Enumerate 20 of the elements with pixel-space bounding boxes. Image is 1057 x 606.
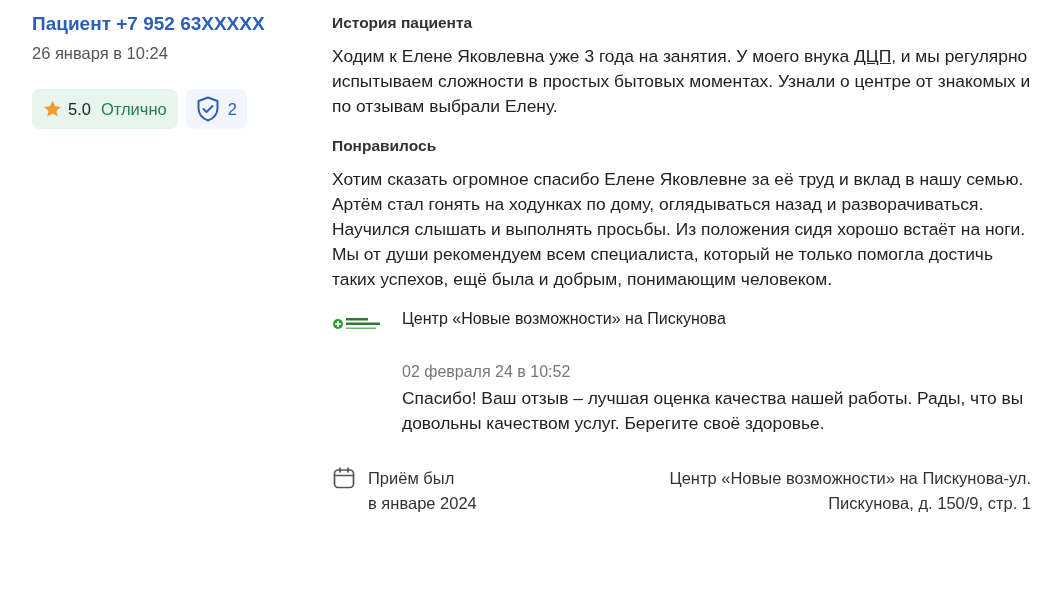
section-heading: История пациента (332, 13, 474, 33)
abbreviation-link[interactable]: ДЦП (854, 46, 892, 66)
shield-check-icon (195, 96, 220, 122)
reply-date: 02 февраля 24 в 10:52 (402, 363, 572, 381)
visit-date: Приём был (368, 468, 456, 489)
clinic-address: Центр «Новые возможности» на Пискунова-ул. (669, 468, 1031, 489)
rating-score: 5.0 (68, 99, 91, 119)
review-paragraph: Хотим сказать огромное спасибо Елене Яковлевне за её труд и вклад в нашу семью. Артём стал гонять на ходунках по дому, оглядываться назад и разворачиваться. Научился слышать и выполнять просьбы. Из положения сидя хорошо встаёт на ноги. Мы от души рекомендуем всем специалиста, который не только помогла достичь таких успехов, ещё была и добрым, понимающим человеком. (332, 168, 1027, 291)
reply-text: Спасибо! Ваш отзыв – лучшая оценка качества нашей работы. Рады, что вы довольны качеством услуг. Берегите своё здоровье. (402, 387, 1025, 435)
review-paragraph: Ходим к Елене Яковлевна уже 3 года на занятия. У моего внука ДЦП, и мы регулярно испытываем сложности в простых бытовых моментах. Узнали о центре от знакомых и по отзывам выбрали Елену. (332, 45, 1031, 118)
clinic-address: Пискунова, д. 150/9, стр. 1 (827, 493, 1031, 514)
review-date: 26 января в 10:24 (32, 44, 169, 63)
calendar-icon (332, 466, 356, 490)
star-icon (43, 100, 62, 118)
reviewer-name[interactable]: Пациент +7 952 63XXXXX (32, 12, 332, 36)
section-heading: Понравилось (332, 136, 438, 156)
clinic-name[interactable]: Центр «Новые возможности» на Пискунова (402, 308, 1031, 330)
rating-verdict: Отлично (100, 99, 167, 119)
visit-date: в январе 2024 (368, 493, 477, 514)
verified-count: 2 (227, 99, 237, 119)
